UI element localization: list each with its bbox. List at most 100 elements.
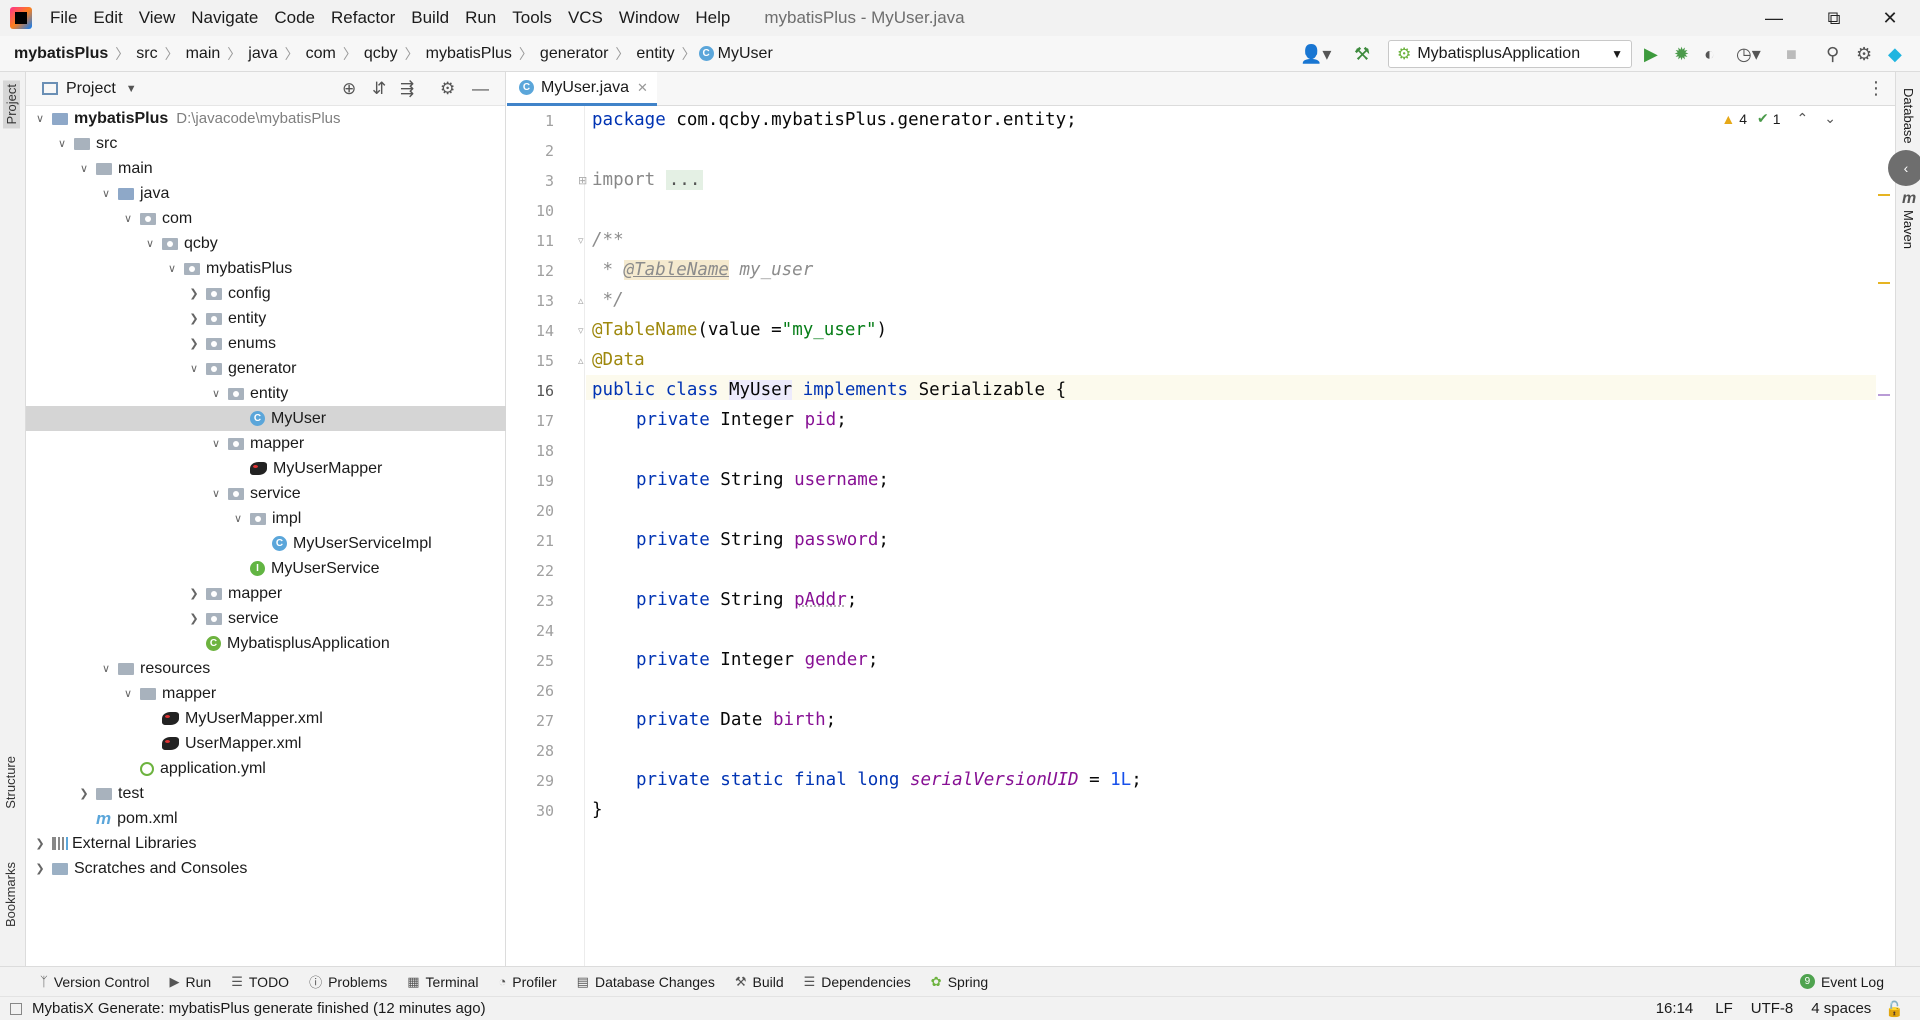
menu-navigate[interactable]: Navigate xyxy=(183,0,266,36)
caret-position[interactable]: 16:14 xyxy=(1656,1000,1694,1017)
indent-setting[interactable]: 4 spaces xyxy=(1811,1000,1871,1017)
tree-item[interactable]: I MyUserService xyxy=(26,556,506,581)
tree-item[interactable]: ∨ impl xyxy=(26,506,506,531)
tree-item[interactable]: ∨ mapper xyxy=(26,681,506,706)
tree-item-selected[interactable]: C MyUser xyxy=(26,406,506,431)
breadcrumb-item[interactable]: java xyxy=(244,45,281,63)
fold-marker-icon[interactable]: ▿ xyxy=(578,234,584,247)
more-icon[interactable]: ⋮ xyxy=(1867,78,1885,99)
debug-icon[interactable]: ✹ xyxy=(1674,42,1689,66)
coverage-icon[interactable]: ◐ xyxy=(1704,42,1715,66)
breadcrumb-item[interactable]: entity xyxy=(632,45,678,63)
status-message[interactable]: MybatisX Generate: mybatisPlus generate … xyxy=(32,1000,486,1017)
tree-item[interactable]: ❯ mapper xyxy=(26,581,506,606)
tree-item[interactable]: MyUserMapper.xml xyxy=(26,706,506,731)
menu-vcs[interactable]: VCS xyxy=(560,0,611,36)
menu-edit[interactable]: Edit xyxy=(85,0,130,36)
fold-marker-icon[interactable]: ▵ xyxy=(578,354,584,367)
line-separator[interactable]: LF xyxy=(1715,1000,1733,1017)
chevron-down-icon[interactable]: ⌄ xyxy=(1824,110,1836,127)
tree-item[interactable]: ❯ External Libraries xyxy=(26,831,506,856)
menu-run[interactable]: Run xyxy=(457,0,504,36)
tree-item[interactable]: ❯ test xyxy=(26,781,506,806)
breadcrumb-current[interactable]: MyUser xyxy=(714,45,777,63)
profiler-tab[interactable]: ◔ Profiler xyxy=(488,974,566,990)
menu-code[interactable]: Code xyxy=(266,0,323,36)
tree-item[interactable]: ∨ generator xyxy=(26,356,506,381)
close-window-icon[interactable]: ✕ xyxy=(1862,0,1918,36)
status-toggle-icon[interactable] xyxy=(10,1002,22,1015)
locate-icon[interactable]: ⊕ xyxy=(342,79,356,99)
project-tool-tab[interactable]: Project xyxy=(3,80,20,129)
run-tab[interactable]: ▶ Run xyxy=(160,974,222,990)
close-tab-icon[interactable]: ✕ xyxy=(637,80,648,96)
breadcrumb-item[interactable]: src xyxy=(132,45,161,63)
tree-item[interactable]: m pom.xml xyxy=(26,806,506,831)
dependencies-tab[interactable]: ☰ Dependencies xyxy=(794,974,921,990)
menu-tools[interactable]: Tools xyxy=(504,0,560,36)
restore-icon[interactable]: ⧉ xyxy=(1806,0,1862,36)
database-changes-tab[interactable]: ▤ Database Changes xyxy=(567,974,725,990)
event-log-tab[interactable]: 9 Event Log xyxy=(1790,974,1920,990)
chevron-up-icon[interactable]: ⌃ xyxy=(1797,110,1809,127)
tree-item[interactable]: ∨ mapper xyxy=(26,431,506,456)
tree-item[interactable]: ∨ com xyxy=(26,206,506,231)
run-configuration-select[interactable]: ⚙ MybatisplusApplication ▼ xyxy=(1388,40,1632,68)
tree-item[interactable]: ❯ config xyxy=(26,281,506,306)
tree-item[interactable]: ∨ qcby xyxy=(26,231,506,256)
project-panel-title[interactable]: Project xyxy=(66,80,116,98)
tree-item[interactable]: application.yml xyxy=(26,756,506,781)
tree-item[interactable]: C MybatisplusApplication xyxy=(26,631,506,656)
version-control-tab[interactable]: ᛉ Version Control xyxy=(0,974,160,990)
profile-icon[interactable]: ◷▾ xyxy=(1736,42,1761,66)
tree-item[interactable]: ❯ enums xyxy=(26,331,506,356)
tree-item[interactable]: ❯ entity xyxy=(26,306,506,331)
gear-icon[interactable]: ⚙ xyxy=(440,79,455,99)
editor-error-stripe[interactable] xyxy=(1876,106,1890,966)
toolbox-icon[interactable]: ◆ xyxy=(1888,42,1902,66)
lock-icon[interactable]: 🔓 xyxy=(1885,1000,1904,1018)
search-icon[interactable]: ⚲ xyxy=(1826,42,1839,66)
breadcrumb-item[interactable]: qcby xyxy=(360,45,402,63)
tree-item[interactable]: ∨ resources xyxy=(26,656,506,681)
problems-tab[interactable]: ⓘ Problems xyxy=(299,972,397,991)
menu-refactor[interactable]: Refactor xyxy=(323,0,403,36)
fold-marker-icon[interactable]: ▵ xyxy=(578,294,584,307)
build-hammer-icon[interactable]: ⚒ xyxy=(1354,42,1370,66)
menu-build[interactable]: Build xyxy=(403,0,457,36)
tree-item[interactable]: ∨ main xyxy=(26,156,506,181)
bookmarks-tool-tab[interactable]: Bookmarks xyxy=(3,862,18,927)
tree-item[interactable]: C MyUserServiceImpl xyxy=(26,531,506,556)
tree-item[interactable]: UserMapper.xml xyxy=(26,731,506,756)
fold-marker-icon[interactable]: ▿ xyxy=(578,324,584,337)
settings-gear-icon[interactable]: ⚙ xyxy=(1856,42,1872,66)
file-encoding[interactable]: UTF-8 xyxy=(1751,1000,1794,1017)
database-tool-tab[interactable]: Database xyxy=(1901,88,1916,144)
structure-tool-tab[interactable]: Structure xyxy=(3,756,18,809)
chevron-down-icon[interactable]: ▼ xyxy=(126,83,137,95)
tree-item[interactable]: ∨ service xyxy=(26,481,506,506)
tree-item[interactable]: ∨ src xyxy=(26,131,506,156)
breadcrumb-item[interactable]: main xyxy=(182,45,225,63)
build-tab[interactable]: ⚒ Build xyxy=(725,974,794,990)
hide-panel-icon[interactable]: — xyxy=(472,79,489,99)
tree-item[interactable]: ∨ java xyxy=(26,181,506,206)
folded-imports[interactable]: ... xyxy=(665,170,704,190)
spring-tab[interactable]: ✿ Spring xyxy=(921,974,998,990)
tree-item[interactable]: ❯ Scratches and Consoles xyxy=(26,856,506,881)
tree-item[interactable]: MyUserMapper xyxy=(26,456,506,481)
user-icon[interactable]: 👤▾ xyxy=(1300,42,1331,66)
minimize-icon[interactable]: — xyxy=(1746,0,1802,36)
tree-item[interactable]: ∨ mybatisPlus xyxy=(26,256,506,281)
todo-tab[interactable]: ☰ TODO xyxy=(221,974,299,990)
tab-myuser-java[interactable]: C MyUser.java ✕ xyxy=(507,72,657,106)
tree-item[interactable]: ❯ service xyxy=(26,606,506,631)
warning-marker[interactable] xyxy=(1878,282,1890,284)
breadcrumb-item[interactable]: com xyxy=(302,45,340,63)
breadcrumb-item[interactable]: generator xyxy=(536,45,613,63)
breadcrumb-item[interactable]: mybatisPlus xyxy=(422,45,516,63)
terminal-tab[interactable]: ▦ Terminal xyxy=(397,974,488,990)
run-icon[interactable]: ▶ xyxy=(1644,42,1658,66)
code-editor[interactable]: package com.qcby.mybatisPlus.generator.e… xyxy=(586,106,1876,966)
expand-all-icon[interactable]: ⇵ xyxy=(372,79,386,99)
